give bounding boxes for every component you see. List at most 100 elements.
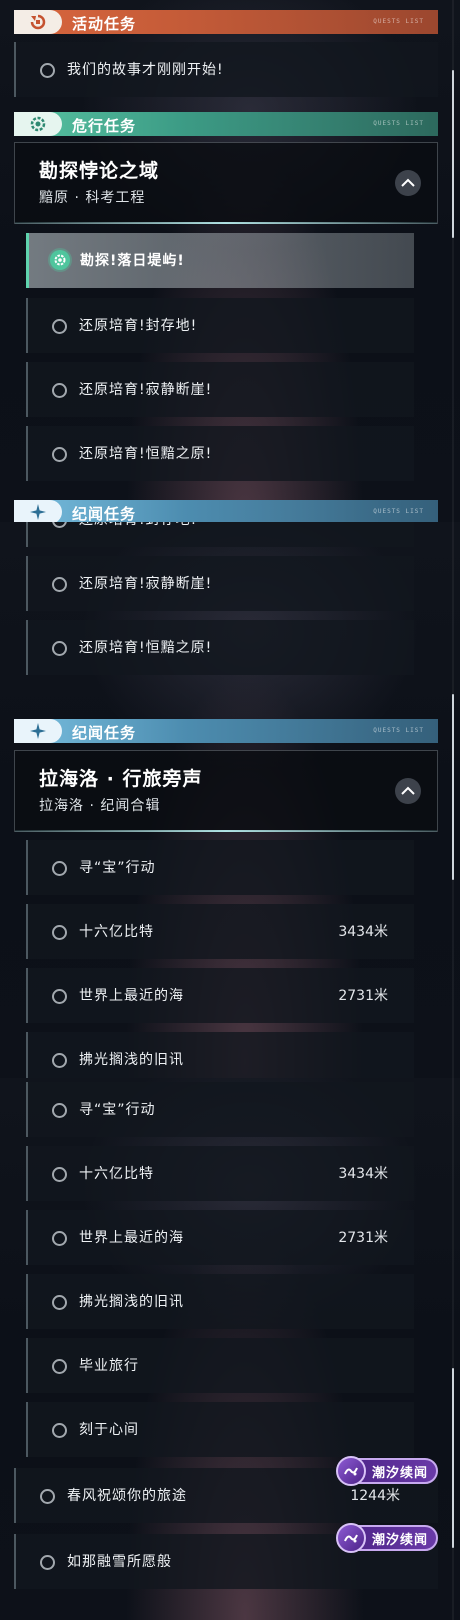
quest-status-icon (52, 861, 67, 876)
quest-label: 拂光搁浅的旧讯 (79, 1294, 184, 1310)
gear-quest-icon (14, 112, 62, 136)
section-deco: QUESTS LIST (373, 727, 424, 734)
quest-item[interactable]: 拂光搁浅的旧讯 (26, 1032, 414, 1078)
quest-status-icon (52, 1359, 67, 1374)
quest-label: 还原培育!封存地! (79, 318, 198, 334)
quest-label: 还原培育!恒黯之原! (79, 640, 213, 656)
quest-group-card[interactable]: 勘探悖论之域 黯原 · 科考工程 (14, 142, 438, 224)
quest-distance: 3434米 (338, 924, 388, 940)
quest-label: 春风祝颂你的旅途 (67, 1488, 187, 1504)
quest-list-panel: 还原培育!封存地! 还原培育!寂静断崖! 还原培育!恒黯之原! 纪闻任务 QUE… (0, 522, 460, 1078)
badge-label: 潮汐续闻 (371, 1465, 428, 1481)
scrollbar[interactable] (452, 1368, 454, 1548)
card-underline (15, 222, 437, 224)
quest-item[interactable]: 还原培育!封存地! (26, 522, 414, 547)
quest-status-icon (52, 641, 67, 656)
quest-status-icon (52, 447, 67, 462)
scrollbar[interactable] (452, 70, 454, 238)
quest-label: 毕业旅行 (79, 1358, 139, 1374)
quest-status-icon (52, 1167, 67, 1182)
quest-group-subtitle: 拉海洛 · 纪闻合辑 (39, 798, 161, 814)
section-deco: QUESTS LIST (373, 18, 424, 25)
tide-chronicle-badge: 潮汐续闻 (336, 1523, 438, 1553)
quest-status-icon (40, 63, 55, 78)
quest-item-selected[interactable]: 勘探!落日堤屿! (26, 233, 414, 288)
quest-item[interactable]: 还原培育!寂静断崖! (26, 362, 414, 417)
quest-item[interactable]: 世界上最近的海 2731米 (26, 968, 414, 1023)
quest-label: 拂光搁浅的旧讯 (79, 1052, 184, 1068)
section-title: 纪闻任务 (72, 505, 137, 522)
quest-status-icon (40, 1489, 55, 1504)
quest-label: 刻于心间 (79, 1422, 139, 1438)
quest-list-panel: 寻“宝”行动 十六亿比特 3434米 世界上最近的海 2731米 拂光搁浅的旧讯… (0, 1078, 460, 1620)
collapse-toggle-icon[interactable] (395, 778, 421, 804)
refresh-quest-icon (14, 10, 62, 34)
quest-status-icon (52, 989, 67, 1004)
quest-item[interactable]: 还原培育!恒黯之原! (26, 620, 414, 675)
quest-group-card[interactable]: 拉海洛 · 行旅旁声 拉海洛 · 纪闻合辑 (14, 750, 438, 832)
quest-status-icon (52, 1053, 67, 1068)
quest-group-title: 勘探悖论之域 (39, 160, 160, 182)
sparkle-quest-icon (14, 719, 62, 743)
quest-item[interactable]: 十六亿比特 3434米 (26, 1146, 414, 1201)
tracked-quest-icon (50, 250, 70, 270)
quest-status-icon (52, 383, 67, 398)
quest-status-icon (52, 319, 67, 334)
quest-status-icon (52, 577, 67, 592)
quest-status-icon (52, 1295, 67, 1310)
quest-status-icon (52, 1423, 67, 1438)
quest-item[interactable]: 还原培育!寂静断崖! (26, 556, 414, 611)
quest-label: 寻“宝”行动 (79, 1102, 156, 1118)
section-title: 危行任务 (72, 117, 137, 135)
quest-item[interactable]: 毕业旅行 (26, 1338, 414, 1393)
quest-label: 十六亿比特 (79, 1166, 154, 1182)
quest-distance: 2731米 (338, 988, 388, 1004)
card-underline (15, 830, 437, 832)
section-title: 纪闻任务 (72, 724, 137, 742)
quest-item[interactable]: 十六亿比特 3434米 (26, 904, 414, 959)
quest-label: 寻“宝”行动 (79, 860, 156, 876)
section-header-chronicle[interactable]: 纪闻任务 QUESTS LIST (14, 719, 438, 743)
wave-icon (336, 1523, 366, 1553)
quest-label: 勘探!落日堤屿! (80, 253, 185, 269)
section-header-active[interactable]: 活动任务 QUESTS LIST (14, 10, 438, 34)
quest-label: 世界上最近的海 (79, 1230, 184, 1246)
wave-icon (336, 1456, 366, 1486)
quest-label: 我们的故事才刚刚开始! (67, 62, 224, 78)
quest-distance: 3434米 (338, 1166, 388, 1182)
collapse-toggle-icon[interactable] (395, 170, 421, 196)
quest-list-panel: 活动任务 QUESTS LIST 我们的故事才刚刚开始! 危行任务 QUESTS… (0, 0, 460, 522)
quest-item[interactable]: 刻于心间 (26, 1402, 414, 1457)
quest-group-subtitle: 黯原 · 科考工程 (39, 190, 146, 206)
quest-status-icon (52, 1103, 67, 1118)
section-deco: QUESTS LIST (373, 508, 424, 515)
quest-status-icon (52, 925, 67, 940)
quest-label: 世界上最近的海 (79, 988, 184, 1004)
section-deco: QUESTS LIST (373, 120, 424, 127)
quest-item[interactable]: 还原培育!恒黯之原! (26, 426, 414, 481)
quest-distance: 1244米 (350, 1488, 400, 1504)
quest-item[interactable]: 世界上最近的海 2731米 (26, 1210, 414, 1265)
quest-status-icon (52, 522, 67, 528)
quest-item[interactable]: 我们的故事才刚刚开始! (14, 42, 438, 97)
quest-label: 十六亿比特 (79, 924, 154, 940)
quest-item[interactable]: 拂光搁浅的旧讯 (26, 1274, 414, 1329)
quest-item[interactable]: 寻“宝”行动 (26, 1082, 414, 1137)
quest-distance: 2731米 (338, 1230, 388, 1246)
quest-status-icon (52, 1231, 67, 1246)
section-header-danger[interactable]: 危行任务 QUESTS LIST (14, 112, 438, 136)
sparkle-quest-icon (14, 500, 62, 522)
section-header-chronicle[interactable]: 纪闻任务 QUESTS LIST (14, 500, 438, 522)
tide-chronicle-badge: 潮汐续闻 (336, 1456, 438, 1486)
quest-label: 还原培育!封存地! (79, 522, 197, 529)
quest-label: 还原培育!寂静断崖! (79, 576, 213, 592)
quest-item[interactable]: 寻“宝”行动 (26, 840, 414, 895)
quest-label: 还原培育!恒黯之原! (79, 446, 213, 462)
quest-item[interactable]: 还原培育!封存地! (26, 298, 414, 353)
section-title: 活动任务 (72, 15, 137, 33)
quest-label: 还原培育!寂静断崖! (79, 382, 213, 398)
quest-label: 如那融雪所愿般 (67, 1554, 172, 1570)
quest-status-icon (40, 1555, 55, 1570)
scrollbar[interactable] (452, 694, 454, 880)
quest-group-title: 拉海洛 · 行旅旁声 (39, 768, 203, 790)
